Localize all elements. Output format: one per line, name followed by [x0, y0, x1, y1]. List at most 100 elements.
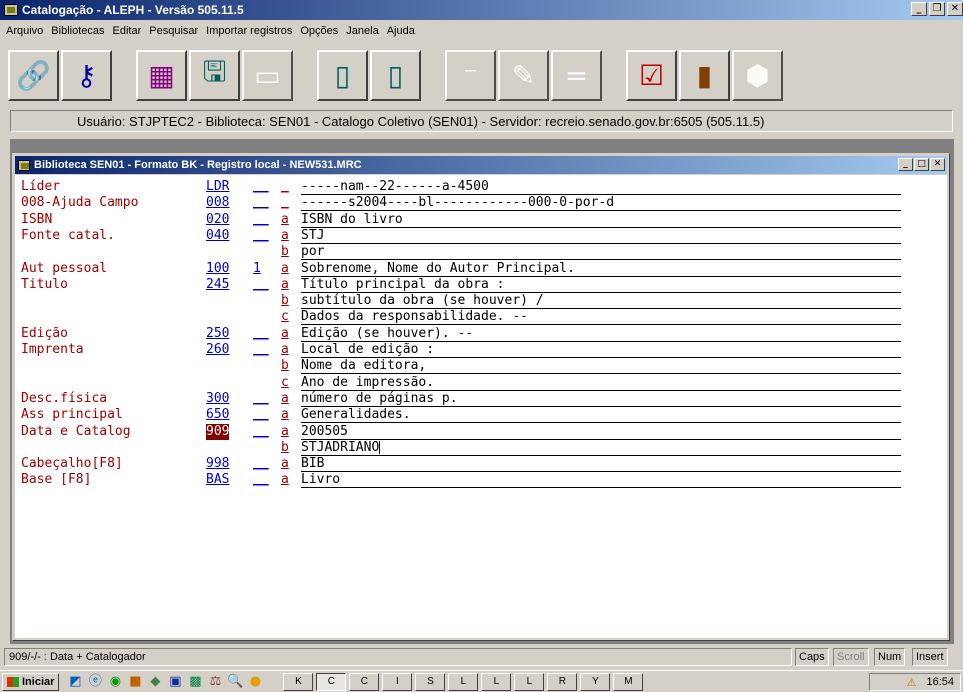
- stop-button[interactable]: ⬢: [732, 49, 783, 101]
- key-button[interactable]: ⚷: [61, 49, 112, 101]
- record-field-row[interactable]: Aut pessoal 100 1 a Sobrenome, Nome do Autor…: [15, 261, 945, 277]
- record-field-row[interactable]: Desc.física 300 __ a número de páginas p.: [15, 391, 945, 407]
- taskbar-button[interactable]: C: [316, 672, 347, 691]
- subfield-value[interactable]: por: [301, 244, 901, 261]
- subfield-value[interactable]: ISBN do livro: [301, 212, 901, 228]
- field-tag[interactable]: 250: [206, 326, 229, 342]
- ball-icon[interactable]: ●: [247, 674, 263, 690]
- child-maximize-button[interactable]: □: [914, 158, 929, 171]
- subfield-value[interactable]: BIB: [301, 456, 901, 473]
- field-indicator[interactable]: __: [253, 342, 269, 358]
- field-tag[interactable]: 650: [206, 407, 229, 423]
- subfield-code[interactable]: _: [281, 179, 289, 195]
- menu-editar[interactable]: Editar: [111, 25, 148, 37]
- subfield-value[interactable]: ------s2004----bl------------000-0-por-d: [301, 195, 901, 212]
- subfield-value[interactable]: STJ: [301, 228, 901, 244]
- subfield-code[interactable]: c: [281, 309, 289, 325]
- record-field-row[interactable]: Data e Catalog 909 __ a 200505: [15, 423, 945, 440]
- ie-icon[interactable]: ⓔ: [87, 674, 103, 690]
- subfield-code[interactable]: a: [281, 424, 289, 440]
- subfield-value[interactable]: -----nam--22------a-4500: [301, 179, 901, 195]
- child-close-button[interactable]: ✕: [930, 158, 945, 171]
- field-tag[interactable]: 260: [206, 342, 229, 358]
- record-field-row[interactable]: Líder LDR __ _ -----nam--22------a-4500: [15, 179, 945, 195]
- taskbar-button[interactable]: L: [481, 672, 512, 691]
- subfield-code[interactable]: a: [281, 472, 289, 488]
- copy-arrow-button[interactable]: ▯: [370, 49, 421, 101]
- field-indicator[interactable]: 1: [253, 261, 261, 277]
- taskbar-button[interactable]: S: [415, 672, 446, 691]
- record-field-row[interactable]: Base [F8] BAS __ a Livro: [15, 472, 945, 489]
- main-vertical-scrollbar[interactable]: [953, 139, 963, 644]
- field-indicator[interactable]: __: [253, 326, 269, 342]
- check-button[interactable]: ☑: [626, 49, 677, 101]
- subfield-code[interactable]: a: [281, 326, 289, 342]
- subfield-value[interactable]: STJADRIANO: [301, 440, 901, 456]
- record-field-row[interactable]: Imprenta 260 __ a Local de edição :: [15, 342, 945, 358]
- taskbar-button[interactable]: R: [547, 672, 578, 691]
- paint-icon[interactable]: ◆: [147, 674, 163, 690]
- field-indicator[interactable]: __: [253, 277, 269, 293]
- subfield-value[interactable]: número de páginas p.: [301, 391, 901, 407]
- line-button[interactable]: ⁻: [445, 49, 496, 101]
- field-tag[interactable]: BAS: [206, 472, 229, 488]
- record-field-row[interactable]: Fonte catal. 040 __ a STJ: [15, 228, 945, 244]
- field-indicator[interactable]: __: [253, 472, 269, 488]
- record-field-row[interactable]: Cabeçalho[F8] 998 __ a BIB: [15, 456, 945, 473]
- field-tag[interactable]: 008: [206, 195, 229, 211]
- record-field-row[interactable]: b Nome da editora,: [15, 358, 945, 375]
- close-button[interactable]: ✕: [947, 2, 963, 16]
- record-field-row[interactable]: 008-Ajuda Campo 008 __ _ ------s2004----bl--…: [15, 195, 945, 212]
- subfield-code[interactable]: b: [281, 244, 289, 260]
- field-indicator[interactable]: __: [253, 195, 269, 211]
- record-field-row[interactable]: b por: [15, 244, 945, 261]
- media-icon[interactable]: ◉: [107, 674, 123, 690]
- taskbar-button[interactable]: M: [613, 672, 644, 691]
- menu-importar[interactable]: Importar registros: [204, 25, 298, 37]
- field-indicator[interactable]: __: [253, 456, 269, 472]
- equals-button[interactable]: =: [551, 49, 602, 101]
- subfield-code[interactable]: _: [281, 195, 289, 211]
- menu-ajuda[interactable]: Ajuda: [385, 25, 421, 37]
- subfield-value[interactable]: Título principal da obra :: [301, 277, 901, 293]
- minus-button[interactable]: ▭: [242, 49, 293, 101]
- save-button[interactable]: 🖫: [189, 49, 240, 101]
- subfield-value[interactable]: Livro: [301, 472, 901, 489]
- start-button[interactable]: Iniciar: [2, 672, 60, 691]
- field-tag[interactable]: 300: [206, 391, 229, 407]
- subfield-value[interactable]: Edição (se houver). --: [301, 326, 901, 342]
- field-indicator[interactable]: __: [253, 424, 269, 440]
- subfield-code[interactable]: a: [281, 228, 289, 244]
- subfield-code[interactable]: a: [281, 391, 289, 407]
- field-tag[interactable]: 100: [206, 261, 229, 277]
- excel-icon[interactable]: ▩: [187, 674, 203, 690]
- link-button[interactable]: 🔗: [8, 49, 59, 101]
- desktop-icon[interactable]: ◩: [67, 674, 83, 690]
- field-indicator[interactable]: __: [253, 179, 269, 195]
- subfield-value[interactable]: Local de edição :: [301, 342, 901, 358]
- menu-bibliotecas[interactable]: Bibliotecas: [49, 25, 110, 37]
- copy-button[interactable]: ▯: [317, 49, 368, 101]
- record-field-row[interactable]: Ass principal 650 __ a Generalidades.: [15, 407, 945, 424]
- app-icon-h[interactable]: ■: [127, 674, 143, 690]
- subfield-code[interactable]: a: [281, 212, 289, 228]
- subfield-value[interactable]: Ano de impressão.: [301, 375, 901, 391]
- subfield-code[interactable]: c: [281, 375, 289, 391]
- record-field-row[interactable]: ISBN 020 __ a ISBN do livro: [15, 212, 945, 228]
- subfield-value[interactable]: Generalidades.: [301, 407, 901, 424]
- exit-button[interactable]: ▮: [679, 49, 730, 101]
- subfield-code[interactable]: b: [281, 293, 289, 309]
- menu-arquivo[interactable]: Arquivo: [4, 25, 49, 37]
- field-tag[interactable]: 040: [206, 228, 229, 244]
- record-field-row[interactable]: b STJADRIANO: [15, 440, 945, 456]
- field-indicator[interactable]: __: [253, 407, 269, 423]
- subfield-code[interactable]: a: [281, 277, 289, 293]
- subfield-code[interactable]: a: [281, 456, 289, 472]
- taskbar-button[interactable]: L: [514, 672, 545, 691]
- search-icon[interactable]: 🔍: [227, 674, 243, 690]
- taskbar-button[interactable]: L: [448, 672, 479, 691]
- word-icon[interactable]: ▣: [167, 674, 183, 690]
- field-tag[interactable]: 998: [206, 456, 229, 472]
- field-indicator[interactable]: __: [253, 391, 269, 407]
- field-tag[interactable]: 909: [206, 423, 230, 440]
